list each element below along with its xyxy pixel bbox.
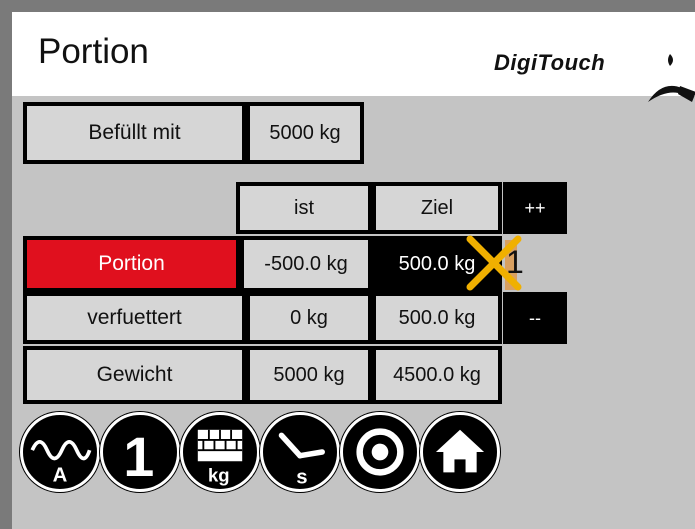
time-s-unit: s	[296, 466, 307, 488]
row-label-weight: Gewicht	[23, 346, 246, 404]
number-one-button[interactable]: 1	[100, 412, 180, 492]
fed-actual-value: 0 kg	[246, 292, 372, 344]
decrement-button[interactable]: --	[503, 292, 567, 344]
brand-swoosh-icon	[648, 54, 695, 102]
column-header-actual: ist	[236, 182, 372, 234]
weight-kg-unit: kg	[208, 465, 230, 486]
brand-logo-text: DigiTouch	[494, 50, 606, 75]
portion-actual-value: -500.0 kg	[240, 236, 372, 292]
filled-with-label: Befüllt mit	[23, 102, 246, 164]
header-bar: Portion DigiTouch	[12, 12, 695, 102]
weight-kg-button[interactable]: kg	[180, 412, 260, 492]
portion-number: 1	[506, 244, 524, 280]
clock-s-icon: s	[278, 432, 325, 488]
increment-button[interactable]: ++	[503, 182, 567, 234]
auto-mode-letter: A	[53, 465, 68, 487]
bricks-kg-icon: kg	[197, 429, 243, 486]
number-one-text: 1	[123, 426, 154, 488]
digit-one-icon: 1	[123, 426, 154, 488]
target-circle-icon	[356, 428, 404, 476]
filled-with-value: 5000 kg	[246, 102, 364, 164]
time-s-button[interactable]: s	[260, 412, 340, 492]
home-icon	[435, 429, 485, 473]
weight-actual-value: 5000 kg	[246, 346, 372, 404]
row-label-portion[interactable]: Portion	[23, 236, 240, 292]
portion-target-value[interactable]: 500.0 kg	[372, 236, 502, 292]
row-label-fed: verfuettert	[23, 292, 246, 344]
target-button[interactable]	[340, 412, 420, 492]
auto-mode-button[interactable]: A	[20, 412, 100, 492]
page-title: Portion	[38, 32, 149, 71]
column-header-target: Ziel	[372, 182, 502, 234]
sine-wave-a-icon: A	[30, 440, 92, 487]
fed-target-value: 500.0 kg	[372, 292, 502, 344]
weight-target-value: 4500.0 kg	[372, 346, 502, 404]
home-button[interactable]	[420, 412, 500, 492]
